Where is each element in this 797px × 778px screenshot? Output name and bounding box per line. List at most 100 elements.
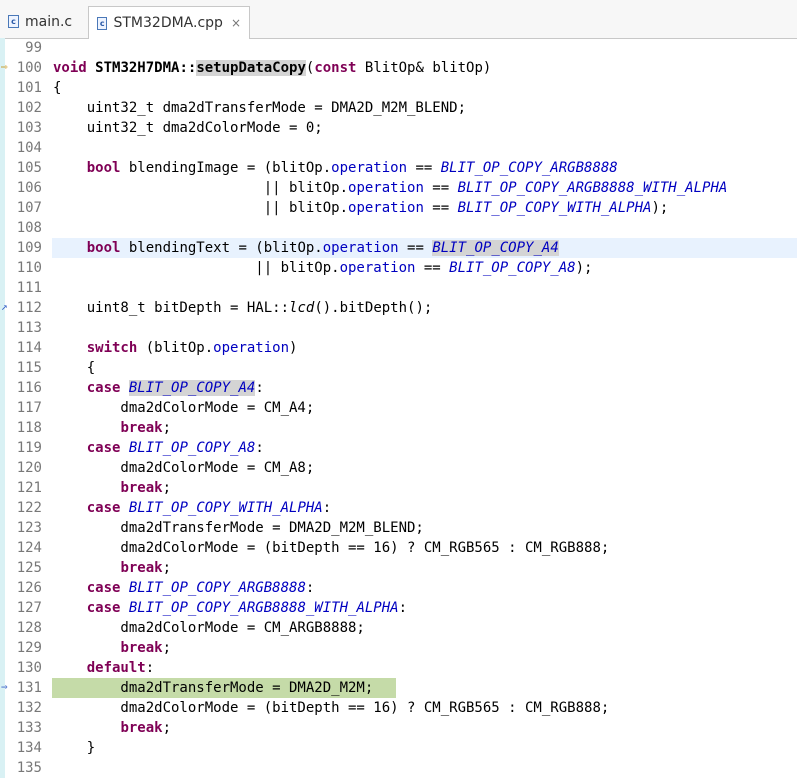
code-line[interactable]: 113 <box>0 318 797 338</box>
code-text[interactable]: break; <box>53 558 171 578</box>
line-number: 116 <box>16 380 42 396</box>
line-number: 134 <box>16 740 42 756</box>
code-text[interactable]: } <box>53 738 95 758</box>
code-token: == <box>423 180 458 196</box>
change-ruler-bar <box>0 578 5 598</box>
code-text[interactable]: case BLIT_OP_COPY_A8: <box>53 438 264 458</box>
code-line[interactable]: 108 <box>0 218 797 238</box>
code-text[interactable]: uint32_t dma2dTransferMode = DMA2D_M2M_B… <box>53 98 466 118</box>
line-number: 100 <box>16 60 42 76</box>
code-text[interactable]: dma2dTransferMode = DMA2D_M2M; <box>53 678 373 698</box>
code-line[interactable]: 107 || blitOp.operation == BLIT_OP_COPY_… <box>0 198 797 218</box>
code-line[interactable]: 115 { <box>0 358 797 378</box>
code-editor[interactable]: 99 ⇨ 100 void STM32H7DMA::setupDataCopy(con… <box>0 38 797 778</box>
code-line[interactable]: 102 uint32_t dma2dTransferMode = DMA2D_M… <box>0 98 797 118</box>
code-token: break <box>120 420 163 436</box>
line-number: 112 <box>16 300 42 316</box>
code-line[interactable]: 121 break; <box>0 478 797 498</box>
code-text[interactable]: default: <box>53 658 154 678</box>
code-token: STM32H7DMA:: <box>95 60 197 76</box>
code-text[interactable]: bool blendingImage = (blitOp.operation =… <box>53 158 618 178</box>
change-ruler-bar <box>0 518 5 538</box>
code-text[interactable]: switch (blitOp.operation) <box>53 338 298 358</box>
code-line[interactable]: 109 bool blendingText = (blitOp.operatio… <box>0 238 797 258</box>
code-line[interactable]: 105 bool blendingImage = (blitOp.operati… <box>0 158 797 178</box>
code-line[interactable]: 129 break; <box>0 638 797 658</box>
code-line[interactable]: 122 case BLIT_OP_COPY_WITH_ALPHA: <box>0 498 797 518</box>
code-line[interactable]: 124 dma2dColorMode = (bitDepth == 16) ? … <box>0 538 797 558</box>
code-text[interactable]: dma2dColorMode = (bitDepth == 16) ? CM_R… <box>53 538 609 558</box>
code-text[interactable]: break; <box>53 478 171 498</box>
code-text[interactable]: || blitOp.operation == BLIT_OP_COPY_A8); <box>53 258 592 278</box>
code-text[interactable]: bool blendingText = (blitOp.operation ==… <box>53 238 559 258</box>
code-line[interactable]: 126 case BLIT_OP_COPY_ARGB8888: <box>0 578 797 598</box>
change-ruler-bar <box>0 558 5 578</box>
code-text[interactable]: uint8_t bitDepth = HAL::lcd().bitDepth()… <box>53 298 433 318</box>
code-text[interactable]: uint32_t dma2dColorMode = 0; <box>53 118 323 138</box>
close-tab-icon[interactable]: × <box>231 16 241 30</box>
code-line[interactable]: ↗ 112 uint8_t bitDepth = HAL::lcd().bitDe… <box>0 298 797 318</box>
code-line[interactable]: 111 <box>0 278 797 298</box>
code-token: bool <box>86 160 121 176</box>
line-number: 129 <box>16 640 42 656</box>
code-token: BLIT_OP_COPY_WITH_ALPHA <box>457 200 652 216</box>
code-line[interactable]: 127 case BLIT_OP_COPY_ARGB8888_WITH_ALPH… <box>0 598 797 618</box>
code-line[interactable]: 104 <box>0 138 797 158</box>
line-number: 104 <box>16 140 42 156</box>
tab-main-c[interactable]: c main.c <box>0 6 86 37</box>
code-text[interactable]: case BLIT_OP_COPY_ARGB8888: <box>53 578 315 598</box>
code-line[interactable]: 132 dma2dColorMode = (bitDepth == 16) ? … <box>0 698 797 718</box>
code-line[interactable]: 101 { <box>0 78 797 98</box>
code-text[interactable]: dma2dTransferMode = DMA2D_M2M_BLEND; <box>53 518 423 538</box>
code-text[interactable]: || blitOp.operation == BLIT_OP_COPY_WITH… <box>53 198 669 218</box>
code-text[interactable]: { <box>53 78 61 98</box>
code-line[interactable]: 128 dma2dColorMode = CM_ARGB8888; <box>0 618 797 638</box>
code-line[interactable]: 119 case BLIT_OP_COPY_A8: <box>0 438 797 458</box>
code-text[interactable]: break; <box>53 718 171 738</box>
code-line[interactable]: 135 <box>0 758 797 778</box>
code-line[interactable]: 134 } <box>0 738 797 758</box>
code-text[interactable]: dma2dColorMode = CM_A8; <box>53 458 314 478</box>
code-line[interactable]: 123 dma2dTransferMode = DMA2D_M2M_BLEND; <box>0 518 797 538</box>
code-token: operation <box>213 340 290 356</box>
code-text[interactable]: case BLIT_OP_COPY_WITH_ALPHA: <box>53 498 331 518</box>
code-line[interactable]: 114 switch (blitOp.operation) <box>0 338 797 358</box>
code-token: ; <box>162 480 172 496</box>
code-token: case <box>86 580 121 596</box>
code-line[interactable]: 106 || blitOp.operation == BLIT_OP_COPY_… <box>0 178 797 198</box>
code-text[interactable]: break; <box>53 418 171 438</box>
code-line[interactable]: 116 case BLIT_OP_COPY_A4: <box>0 378 797 398</box>
code-line[interactable]: 130 default: <box>0 658 797 678</box>
change-ruler-bar <box>0 358 5 378</box>
tab-stm32dma-cpp[interactable]: c STM32DMA.cpp × <box>88 6 250 39</box>
code-text[interactable]: case BLIT_OP_COPY_A4: <box>53 378 264 398</box>
code-token: switch <box>86 340 138 356</box>
code-text[interactable]: break; <box>53 638 171 658</box>
code-text[interactable]: || blitOp.operation == BLIT_OP_COPY_ARGB… <box>53 178 728 198</box>
code-line[interactable]: 117 dma2dColorMode = CM_A4; <box>0 398 797 418</box>
line-number: 102 <box>16 100 42 116</box>
editor-tab-bar: c main.c c STM32DMA.cpp × <box>0 0 797 39</box>
code-text[interactable]: dma2dColorMode = CM_A4; <box>53 398 314 418</box>
code-text[interactable]: dma2dColorMode = CM_ARGB8888; <box>53 618 364 638</box>
code-text[interactable]: dma2dColorMode = (bitDepth == 16) ? CM_R… <box>53 698 609 718</box>
code-line[interactable]: 133 break; <box>0 718 797 738</box>
code-line[interactable]: 103 uint32_t dma2dColorMode = 0; <box>0 118 797 138</box>
code-line[interactable]: ⇒ 131 dma2dTransferMode = DMA2D_M2M; <box>0 678 797 698</box>
code-text[interactable]: { <box>53 358 95 378</box>
code-line[interactable]: 118 break; <box>0 418 797 438</box>
line-number: 130 <box>16 660 42 676</box>
change-ruler-bar <box>0 698 5 718</box>
code-text[interactable]: void STM32H7DMA::setupDataCopy(const Bli… <box>53 58 491 78</box>
code-line[interactable]: 99 <box>0 38 797 58</box>
code-token: == <box>407 160 441 176</box>
code-line[interactable]: ⇨ 100 void STM32H7DMA::setupDataCopy(const… <box>0 58 797 78</box>
code-text[interactable]: case BLIT_OP_COPY_ARGB8888_WITH_ALPHA: <box>53 598 407 618</box>
code-line[interactable]: 125 break; <box>0 558 797 578</box>
code-line[interactable]: 120 dma2dColorMode = CM_A8; <box>0 458 797 478</box>
code-line[interactable]: 110 || blitOp.operation == BLIT_OP_COPY_… <box>0 258 797 278</box>
